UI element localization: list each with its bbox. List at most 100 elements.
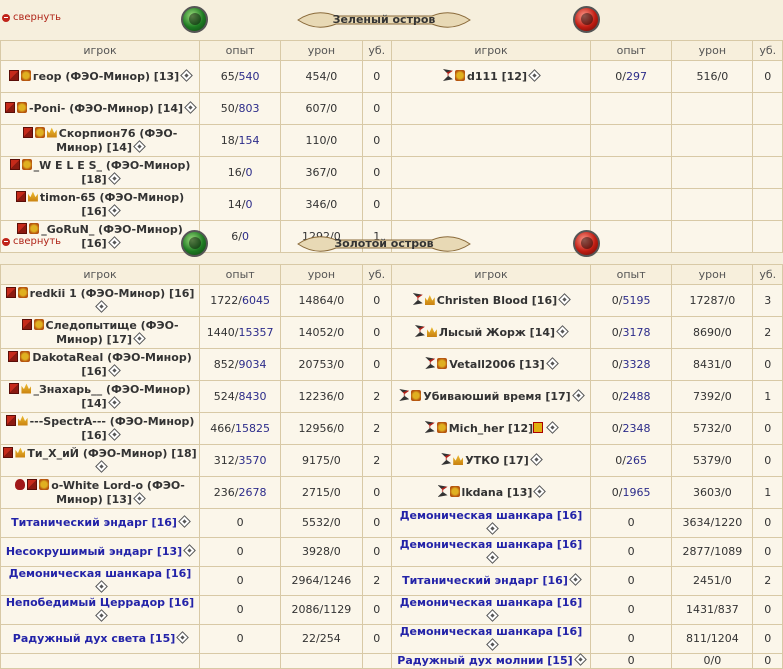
collapse-button[interactable]: свернуть (2, 12, 61, 23)
experience-cell: 0/2348 (589, 412, 673, 445)
player-name[interactable]: Vetall2006 [13] (449, 358, 544, 371)
npc-name[interactable]: Демоническая шанкара [16] (400, 596, 583, 609)
npc-name[interactable]: Демоническая шанкара [16] (9, 567, 192, 580)
info-icon[interactable] (95, 459, 108, 473)
info-icon[interactable] (486, 551, 499, 564)
player-name[interactable]: lkdana [13] (462, 486, 533, 499)
info-icon[interactable] (107, 171, 121, 185)
player-cell: DakotaReal (ФЭО-Минор) [16] (0, 348, 201, 381)
damage-cell: 17287/0 (671, 284, 754, 317)
red-team-orb-icon (573, 6, 600, 33)
info-icon[interactable] (533, 485, 547, 498)
damage-cell: 607/0 (280, 92, 363, 125)
player-name[interactable]: Скорпион76 (ФЭО-Минор) [14] (56, 127, 177, 154)
npc-name[interactable]: Титанический эндарг [16] (11, 516, 177, 529)
table-row: timon-65 (ФЭО-Минор) [16] 14/0 346/0 0 (0, 188, 783, 221)
damage-cell (671, 124, 754, 157)
npc-row: Непобедимый Церрадор [16] 0 2086/1129 0 Демо… (0, 595, 783, 625)
info-icon[interactable] (107, 363, 121, 377)
player-name[interactable]: УТКО [17] (465, 454, 529, 467)
info-icon[interactable] (569, 573, 582, 586)
npc-name[interactable]: Демоническая шанкара [16] (400, 509, 583, 522)
table-row: Следопытище (ФЭО-Минор) [17] 1440/15357 14… (0, 316, 783, 349)
info-icon[interactable] (107, 427, 121, 441)
npc-kills-cell: 0 (361, 537, 392, 567)
column-header: опыт (199, 40, 282, 61)
player-name[interactable]: Christen Blood [16] (437, 294, 557, 307)
player-cell: Убиваюший время [17] (390, 380, 592, 413)
info-icon[interactable] (486, 638, 499, 651)
damage-cell: 516/0 (671, 60, 754, 93)
info-icon[interactable] (107, 203, 121, 217)
info-icon[interactable] (546, 421, 560, 434)
flag-icon (8, 69, 19, 81)
collapse-button[interactable]: свернуть (2, 236, 61, 247)
npc-cell: Демоническая шанкара [16] (390, 624, 592, 654)
npc-kills-cell: 0 (752, 508, 783, 538)
kills-cell: 0 (361, 60, 392, 93)
damage-cell: 8431/0 (671, 348, 754, 381)
experience-value: 16 (227, 165, 242, 179)
info-icon[interactable] (133, 139, 146, 153)
flag-icon (8, 350, 19, 362)
player-name[interactable]: o-White Lord-o (ФЭО-Минор) [13] (51, 479, 185, 506)
section-header: свернуть Золотой остров (0, 224, 783, 264)
snake-icon (425, 357, 436, 369)
info-icon[interactable] (176, 631, 190, 644)
rank-icon (20, 69, 31, 81)
info-icon[interactable] (183, 544, 197, 557)
player-name[interactable]: Лысый Жорж [14] (439, 326, 555, 339)
npc-name[interactable]: Радужный дух молнии [15] (397, 654, 572, 667)
info-icon[interactable] (571, 389, 585, 402)
table-row: redkii 1 (ФЭО-Минор) [16] 1722/6045 14864/… (0, 284, 783, 317)
info-icon[interactable] (184, 100, 197, 114)
player-name[interactable]: -Poni- (ФЭО-Минор) [14] (29, 102, 183, 115)
red-team-orb-icon (573, 230, 600, 257)
player-name[interactable]: Mich_her [12] (449, 422, 533, 435)
info-icon[interactable] (133, 331, 146, 345)
info-icon[interactable] (486, 522, 499, 535)
crown-icon (15, 447, 26, 458)
player-name[interactable]: redkii 1 (ФЭО-Минор) [16] (30, 287, 195, 300)
info-icon[interactable] (545, 357, 559, 370)
info-icon[interactable] (529, 453, 543, 466)
player-name[interactable]: d111 [12] (467, 70, 527, 83)
player-cell: d111 [12] (390, 60, 592, 93)
info-icon[interactable] (573, 653, 587, 666)
island-title: Зеленый остров (332, 13, 436, 26)
npc-name[interactable]: Несокрушимый эндарг [13] (6, 545, 182, 558)
player-name[interactable]: Убиваюший время [17] (423, 390, 570, 403)
info-icon[interactable] (180, 68, 194, 82)
info-icon[interactable] (556, 325, 569, 338)
rank-icon (436, 422, 447, 433)
green-team-orb-icon (181, 6, 208, 33)
info-icon[interactable] (95, 299, 108, 313)
info-icon[interactable] (486, 609, 499, 622)
info-icon[interactable] (178, 515, 191, 528)
experience-value: 0 (611, 325, 619, 339)
section-header: свернуть Зеленый остров (0, 0, 783, 40)
column-header: опыт (589, 40, 673, 61)
info-icon[interactable] (95, 580, 108, 593)
player-name[interactable]: Ти_Х_иЙ (ФЭО-Минор) [18] (27, 447, 196, 460)
experience-value: 14 (227, 197, 242, 211)
experience-total: 3570 (238, 453, 267, 467)
player-cell: _W E L E S_ (ФЭО-Минор) [18] (0, 156, 201, 189)
experience-cell: 16/0 (199, 156, 282, 189)
npc-name[interactable]: Демоническая шанкара [16] (400, 538, 583, 551)
info-icon[interactable] (133, 491, 146, 505)
info-icon[interactable] (528, 69, 541, 82)
player-name[interactable]: геор (ФЭО-Минор) [13] (33, 70, 179, 83)
experience-cell: 0/2488 (589, 380, 673, 413)
npc-name[interactable]: Демоническая шанкара [16] (400, 625, 583, 638)
info-icon[interactable] (107, 395, 121, 409)
info-icon[interactable] (95, 609, 108, 622)
player-name[interactable]: Следопытище (ФЭО-Минор) [17] (46, 319, 179, 346)
column-header: урон (671, 40, 754, 61)
npc-name[interactable]: Непобедимый Церрадор [16] (6, 596, 194, 609)
npc-kills-cell: 0 (361, 595, 392, 625)
npc-name[interactable]: Радужный дух света [15] (13, 632, 175, 645)
npc-name[interactable]: Титанический эндарг [16] (402, 574, 568, 587)
info-icon[interactable] (558, 293, 572, 306)
crown-icon (424, 295, 435, 305)
